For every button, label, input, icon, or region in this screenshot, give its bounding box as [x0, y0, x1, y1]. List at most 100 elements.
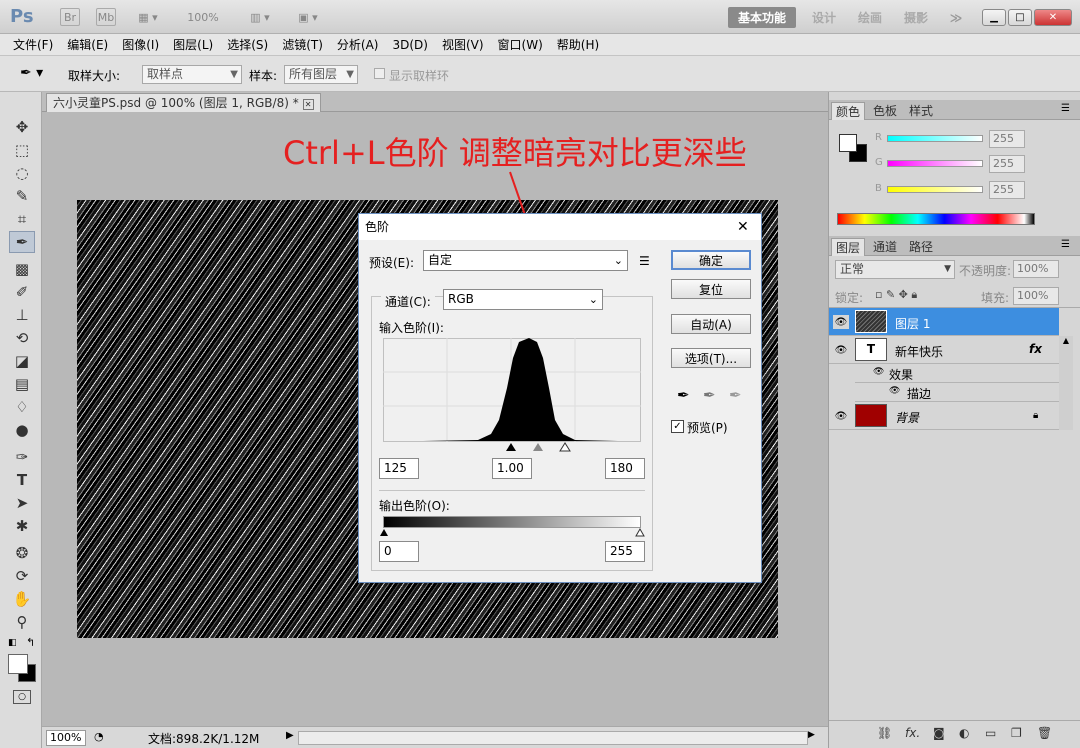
workspace-photography[interactable]: 摄影 — [898, 7, 934, 28]
lasso-tool-icon[interactable]: ◌ — [9, 162, 35, 184]
tab-channels[interactable]: 通道 — [869, 238, 901, 256]
maximize-icon[interactable]: □ — [1008, 9, 1032, 26]
options-button[interactable]: 选项(T)... — [671, 348, 751, 368]
layer-row-background[interactable]: 👁︎ 背景 🔒︎ — [829, 402, 1059, 430]
hand-tool-icon[interactable]: ✋ — [9, 588, 35, 610]
tab-swatches[interactable]: 色板 — [869, 102, 901, 120]
effects-row[interactable]: 👁︎ 效果 — [855, 364, 1059, 383]
brush-tool-icon[interactable]: ✐ — [9, 281, 35, 303]
ok-button[interactable]: 确定 — [671, 250, 751, 270]
panel-menu-icon[interactable]: ☰ — [1061, 239, 1070, 250]
quick-mask-icon[interactable]: ○ — [13, 690, 31, 704]
blend-mode-select[interactable]: 正常 ▼ — [835, 260, 955, 279]
eye-icon[interactable]: 👁︎ — [833, 315, 849, 329]
eyedropper-tool-icon[interactable]: ✒ — [9, 231, 35, 253]
scroll-right-icon[interactable]: ▶ — [808, 730, 815, 740]
eye-icon[interactable]: 👁︎ — [833, 409, 849, 423]
menu-layer[interactable]: 图层(L) — [166, 34, 220, 56]
marquee-tool-icon[interactable]: ⬚ — [9, 139, 35, 161]
status-menu-icon[interactable]: ▶ — [286, 730, 294, 741]
sample-select[interactable]: 所有图层 ▼ — [284, 65, 358, 84]
channel-b-slider[interactable] — [887, 186, 983, 193]
eye-icon[interactable]: 👁︎ — [833, 343, 849, 357]
3d-orbit-tool-icon[interactable]: ⟳ — [9, 565, 35, 587]
gradient-tool-icon[interactable]: ▤ — [9, 373, 35, 395]
add-style-icon[interactable]: fx. — [905, 726, 920, 740]
opacity-field[interactable]: 100% — [1013, 260, 1059, 278]
tab-color[interactable]: 颜色 — [831, 102, 866, 120]
blur-tool-icon[interactable]: ♢ — [9, 396, 35, 418]
zoom-tool-icon[interactable]: ⚲ — [9, 611, 35, 633]
layers-scrollbar[interactable]: ▲ — [1059, 336, 1073, 430]
dodge-tool-icon[interactable]: ● — [9, 419, 35, 441]
minimize-icon[interactable]: ▁ — [982, 9, 1006, 26]
menu-3d[interactable]: 3D(D) — [385, 34, 434, 56]
menu-analysis[interactable]: 分析(A) — [330, 34, 386, 56]
new-group-icon[interactable]: ▭ — [985, 726, 996, 740]
document-tab[interactable]: 六小灵童PS.psd @ 100% (图层 1, RGB/8) * ✕ — [46, 93, 321, 112]
type-tool-icon[interactable]: T — [9, 469, 35, 491]
gray-eyedropper-icon[interactable]: ✒ — [703, 386, 716, 404]
bridge-icon[interactable]: Br — [60, 8, 80, 26]
eyedropper-preset-icon[interactable]: ✒ ▾ — [20, 65, 43, 81]
status-options-icon[interactable]: ◔ — [94, 730, 104, 743]
panel-fg-swatch[interactable] — [839, 134, 857, 152]
input-black-field[interactable]: 125 — [379, 458, 419, 479]
menu-select[interactable]: 选择(S) — [220, 34, 275, 56]
tab-layers[interactable]: 图层 — [831, 238, 866, 256]
layer-row-1[interactable]: 👁︎ 图层 1 — [829, 308, 1059, 336]
tab-styles[interactable]: 样式 — [905, 102, 937, 120]
channel-r-slider[interactable] — [887, 135, 983, 142]
workspace-essentials[interactable]: 基本功能 — [728, 7, 796, 28]
tab-paths[interactable]: 路径 — [905, 238, 937, 256]
reset-button[interactable]: 复位 — [671, 279, 751, 299]
menu-view[interactable]: 视图(V) — [435, 34, 491, 56]
output-sliders[interactable] — [379, 528, 645, 538]
eraser-tool-icon[interactable]: ◪ — [9, 350, 35, 372]
swap-colors-icon[interactable]: ↰ — [26, 636, 35, 649]
shape-tool-icon[interactable]: ✱ — [9, 515, 35, 537]
close-icon[interactable]: ✕ — [1034, 9, 1072, 26]
preset-options-icon[interactable]: ☰ — [639, 254, 650, 268]
pen-tool-icon[interactable]: ✑ — [9, 446, 35, 468]
lock-icons[interactable]: ▫ ✎ ✥ 🔒︎ — [875, 288, 917, 302]
panel-menu-icon[interactable]: ☰ — [1061, 103, 1070, 114]
input-white-field[interactable]: 180 — [605, 458, 645, 479]
dialog-close-icon[interactable]: ✕ — [737, 219, 749, 235]
channel-b-value[interactable]: 255 — [989, 181, 1025, 199]
channel-r-value[interactable]: 255 — [989, 130, 1025, 148]
path-select-tool-icon[interactable]: ➤ — [9, 492, 35, 514]
channel-select[interactable]: RGB ⌄ — [443, 289, 603, 310]
add-mask-icon[interactable]: ◙ — [933, 726, 945, 740]
adjustment-layer-icon[interactable]: ◐ — [959, 726, 969, 740]
new-layer-icon[interactable]: ❐ — [1011, 726, 1022, 740]
eye-icon[interactable]: 👁︎ — [873, 367, 884, 377]
input-sliders[interactable] — [383, 442, 641, 454]
eye-icon[interactable]: 👁︎ — [889, 386, 900, 396]
crop-tool-icon[interactable]: ⌗ — [9, 208, 35, 230]
stroke-effect-row[interactable]: 👁︎ 描边 — [855, 383, 1059, 402]
zoom-field[interactable]: 100% — [46, 730, 86, 746]
workspace-painting[interactable]: 绘画 — [852, 7, 888, 28]
spectrum-bar[interactable] — [837, 213, 1035, 225]
menu-image[interactable]: 图像(I) — [115, 34, 166, 56]
arrange-documents-icon[interactable]: ▥ ▾ — [244, 8, 276, 26]
sample-size-select[interactable]: 取样点 ▼ — [142, 65, 242, 84]
default-colors-icon[interactable]: ◧ — [8, 638, 17, 648]
input-gamma-field[interactable]: 1.00 — [492, 458, 532, 479]
channel-g-slider[interactable] — [887, 160, 983, 167]
spot-healing-tool-icon[interactable]: ▩ — [9, 258, 35, 280]
output-white-field[interactable]: 255 — [605, 541, 645, 562]
menu-edit[interactable]: 编辑(E) — [60, 34, 115, 56]
more-workspaces-icon[interactable]: ≫ — [944, 7, 968, 28]
channel-g-value[interactable]: 255 — [989, 155, 1025, 173]
workspace-design[interactable]: 设计 — [806, 7, 842, 28]
history-brush-tool-icon[interactable]: ⟲ — [9, 327, 35, 349]
screen-mode-icon[interactable]: ▣ ▾ — [292, 8, 324, 26]
quick-select-tool-icon[interactable]: ✎ — [9, 185, 35, 207]
layer-row-text[interactable]: 👁︎ T 新年快乐 fx — [829, 336, 1059, 364]
foreground-color-swatch[interactable] — [8, 654, 28, 674]
preset-select[interactable]: 自定 ⌄ — [423, 250, 628, 271]
zoom-level[interactable]: 100% — [178, 8, 228, 26]
auto-button[interactable]: 自动(A) — [671, 314, 751, 334]
